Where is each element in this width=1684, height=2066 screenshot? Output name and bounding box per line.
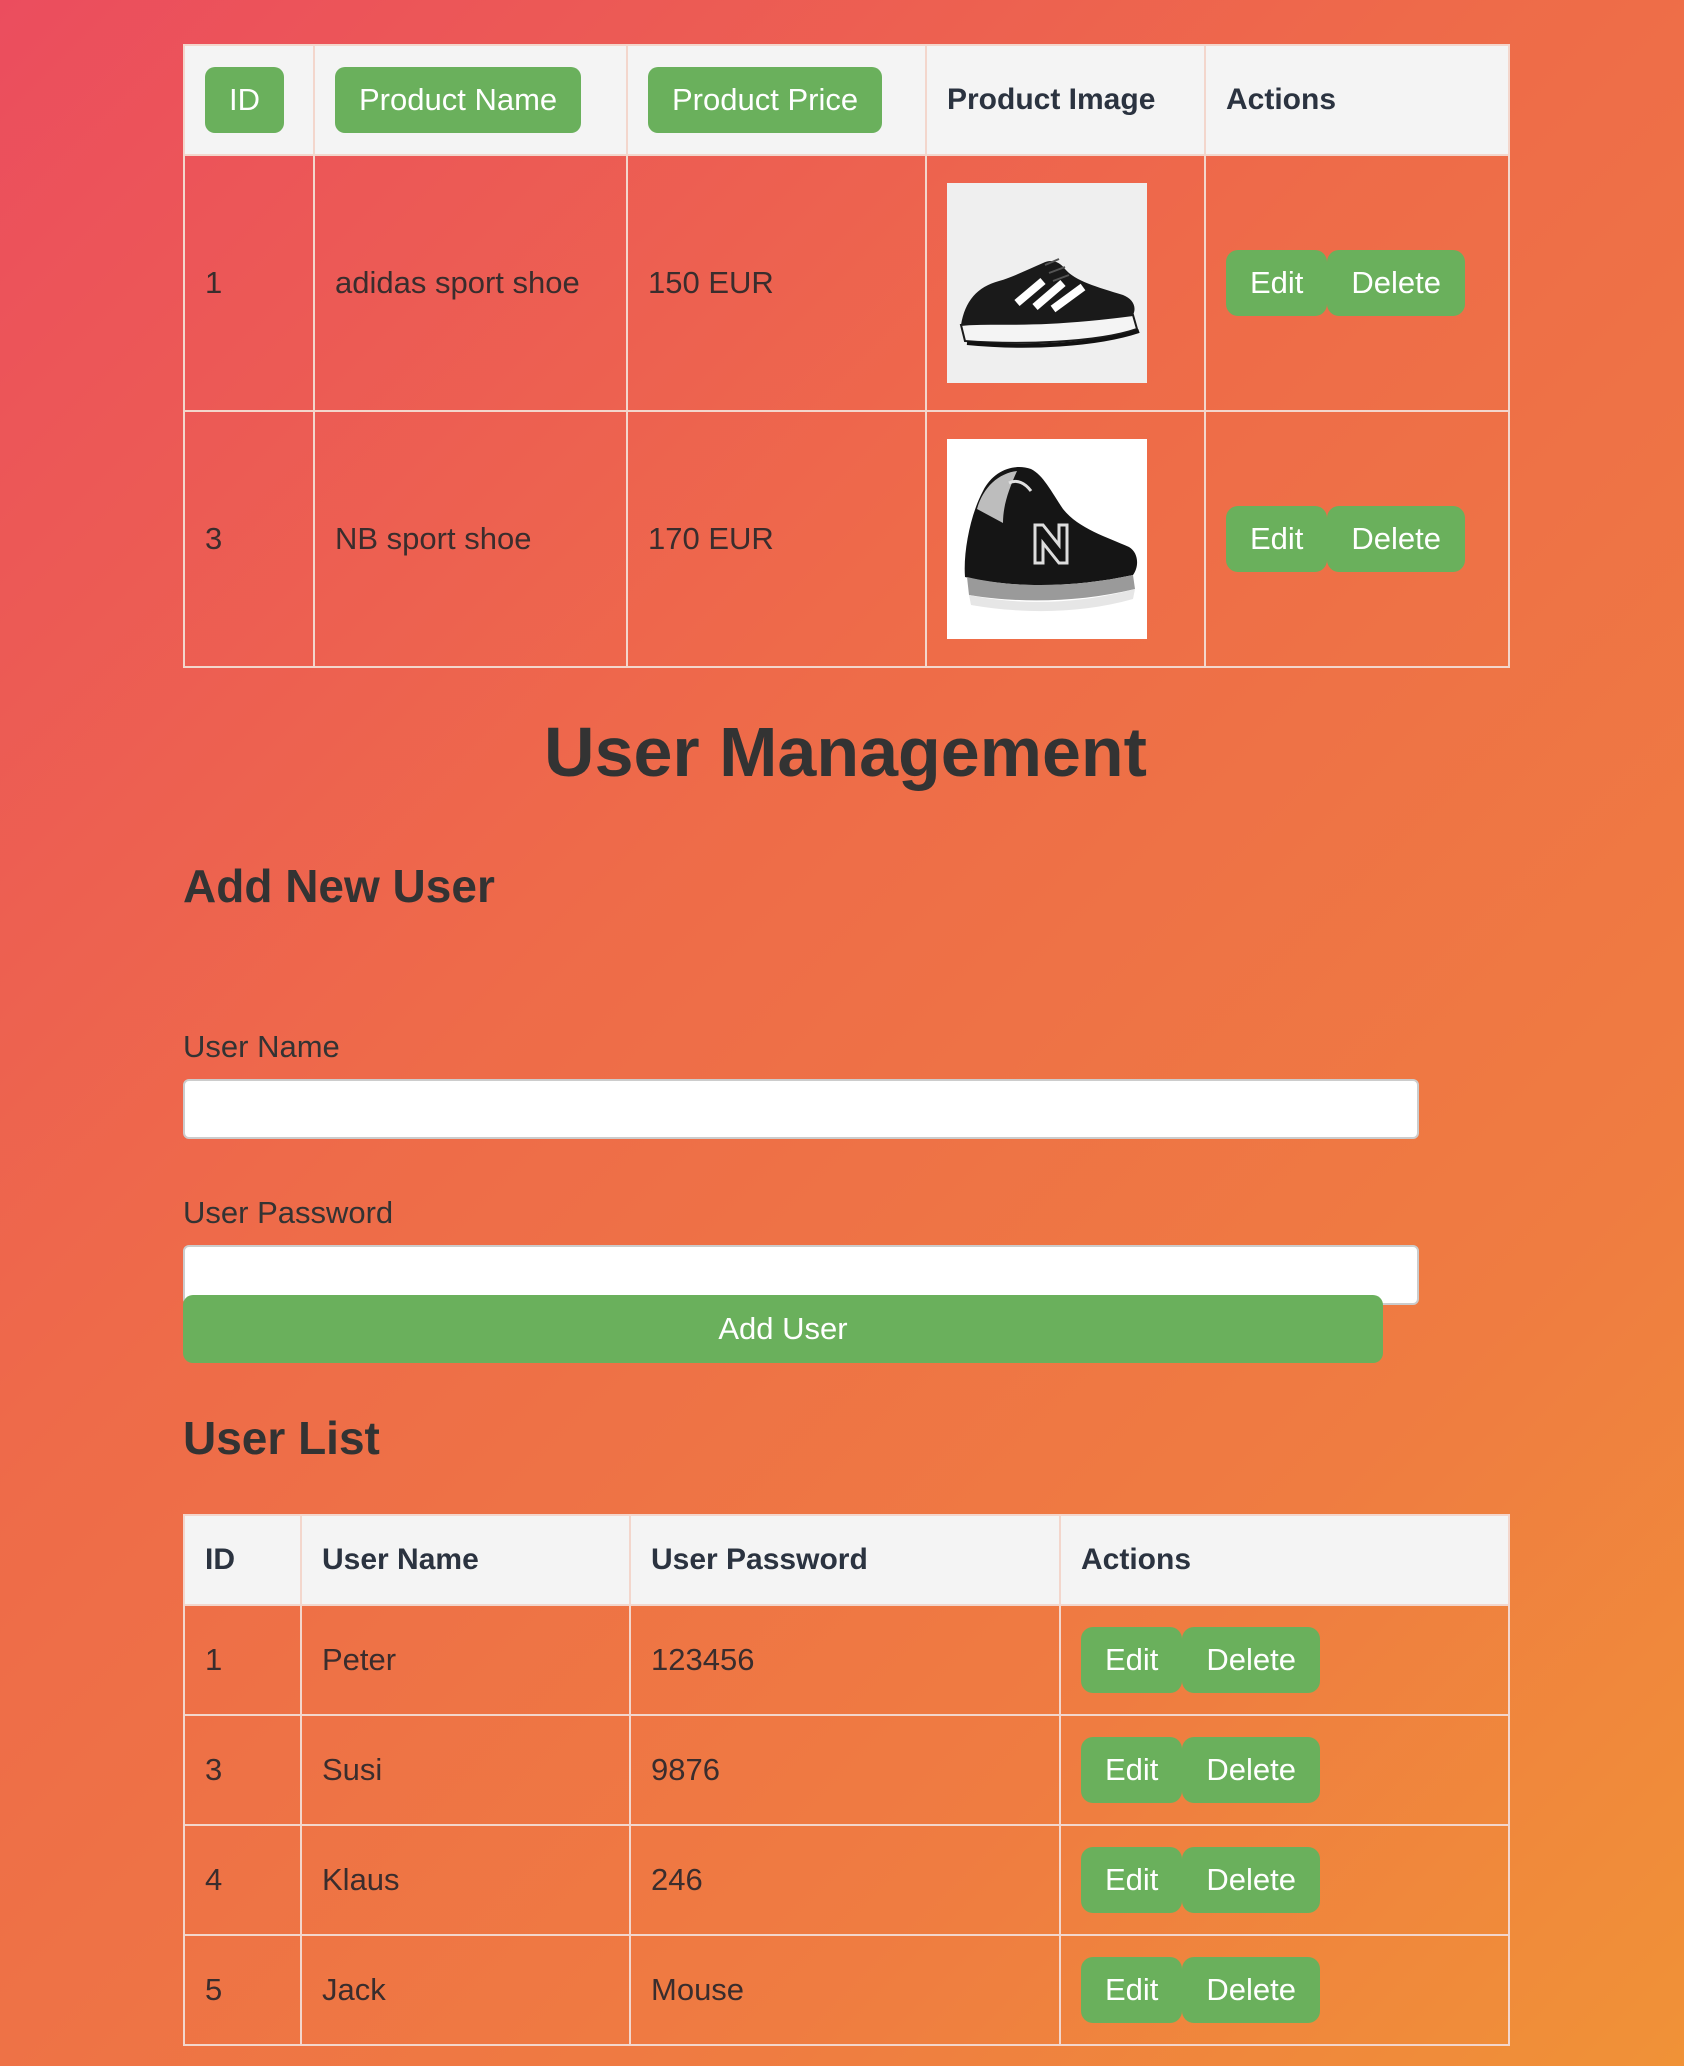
product-table: ID Product Name Product Price Product Im… xyxy=(183,44,1510,668)
page-content: ID Product Name Product Price Product Im… xyxy=(183,44,1510,2046)
product-header-actions: Actions xyxy=(1204,44,1510,156)
product-image-cell xyxy=(925,410,1206,668)
product-price: 150 EUR xyxy=(626,154,927,412)
user-row: 3 Susi 9876 Edit Delete xyxy=(183,1714,1510,1826)
product-name: NB sport shoe xyxy=(313,410,628,668)
user-password-label: User Password xyxy=(183,1195,394,1230)
sort-by-id-button[interactable]: ID xyxy=(205,67,284,133)
user-actions: Edit Delete xyxy=(1059,1604,1510,1716)
user-name: Jack xyxy=(300,1934,631,2046)
user-management-title: User Management xyxy=(544,713,1147,791)
product-actions: Edit Delete xyxy=(1204,154,1510,412)
user-table-wrapper: ID User Name User Password Actions 1 Pet… xyxy=(183,1514,1510,2046)
product-id: 1 xyxy=(183,154,315,412)
edit-user-button[interactable]: Edit xyxy=(1081,1847,1183,1913)
delete-user-button[interactable]: Delete xyxy=(1182,1957,1321,2023)
user-id: 4 xyxy=(183,1824,302,1936)
product-header-image: Product Image xyxy=(925,44,1206,156)
product-name: adidas sport shoe xyxy=(313,154,628,412)
edit-user-button[interactable]: Edit xyxy=(1081,1957,1183,2023)
user-name-label: User Name xyxy=(183,1029,340,1064)
user-password: 246 xyxy=(629,1824,1061,1936)
sort-by-name-button[interactable]: Product Name xyxy=(335,67,582,133)
user-password: Mouse xyxy=(629,1934,1061,2046)
delete-user-button[interactable]: Delete xyxy=(1182,1847,1321,1913)
edit-user-button[interactable]: Edit xyxy=(1081,1737,1183,1803)
user-actions: Edit Delete xyxy=(1059,1824,1510,1936)
user-table-header: ID User Name User Password Actions xyxy=(183,1514,1510,1606)
add-user-button[interactable]: Add User xyxy=(183,1295,1383,1363)
user-name: Peter xyxy=(300,1604,631,1716)
delete-product-button[interactable]: Delete xyxy=(1327,506,1466,572)
user-header-password: User Password xyxy=(629,1514,1061,1606)
user-password: 9876 xyxy=(629,1714,1061,1826)
user-row: 1 Peter 123456 Edit Delete xyxy=(183,1604,1510,1716)
product-header-name: Product Name xyxy=(313,44,628,156)
edit-product-button[interactable]: Edit xyxy=(1226,506,1328,572)
user-actions: Edit Delete xyxy=(1059,1934,1510,2046)
user-header-name: User Name xyxy=(300,1514,631,1606)
user-list-heading: User List xyxy=(183,1412,380,1464)
edit-product-button[interactable]: Edit xyxy=(1226,250,1328,316)
user-header-id: ID xyxy=(183,1514,302,1606)
product-row: 1 adidas sport shoe 150 EUR Edit Delete xyxy=(183,154,1510,412)
nb-shoe-image xyxy=(947,439,1147,639)
user-actions: Edit Delete xyxy=(1059,1714,1510,1826)
product-header-id: ID xyxy=(183,44,315,156)
user-name: Klaus xyxy=(300,1824,631,1936)
product-row: 3 NB sport shoe 170 EUR Edit Delete xyxy=(183,410,1510,668)
product-image-cell xyxy=(925,154,1206,412)
user-table: ID User Name User Password Actions 1 Pet… xyxy=(183,1514,1510,2046)
user-name-input[interactable] xyxy=(183,1079,1419,1139)
product-header-price: Product Price xyxy=(626,44,927,156)
product-table-header: ID Product Name Product Price Product Im… xyxy=(183,44,1510,156)
product-actions: Edit Delete xyxy=(1204,410,1510,668)
sort-by-price-button[interactable]: Product Price xyxy=(648,67,883,133)
delete-user-button[interactable]: Delete xyxy=(1182,1737,1321,1803)
product-price: 170 EUR xyxy=(626,410,927,668)
edit-user-button[interactable]: Edit xyxy=(1081,1627,1183,1693)
add-new-user-heading: Add New User xyxy=(183,860,495,912)
user-row: 4 Klaus 246 Edit Delete xyxy=(183,1824,1510,1936)
user-id: 5 xyxy=(183,1934,302,2046)
adidas-shoe-image xyxy=(947,183,1147,383)
user-id: 1 xyxy=(183,1604,302,1716)
user-password: 123456 xyxy=(629,1604,1061,1716)
delete-user-button[interactable]: Delete xyxy=(1182,1627,1321,1693)
user-header-actions: Actions xyxy=(1059,1514,1510,1606)
user-row: 5 Jack Mouse Edit Delete xyxy=(183,1934,1510,2046)
product-id: 3 xyxy=(183,410,315,668)
user-name: Susi xyxy=(300,1714,631,1826)
user-id: 3 xyxy=(183,1714,302,1826)
delete-product-button[interactable]: Delete xyxy=(1327,250,1466,316)
